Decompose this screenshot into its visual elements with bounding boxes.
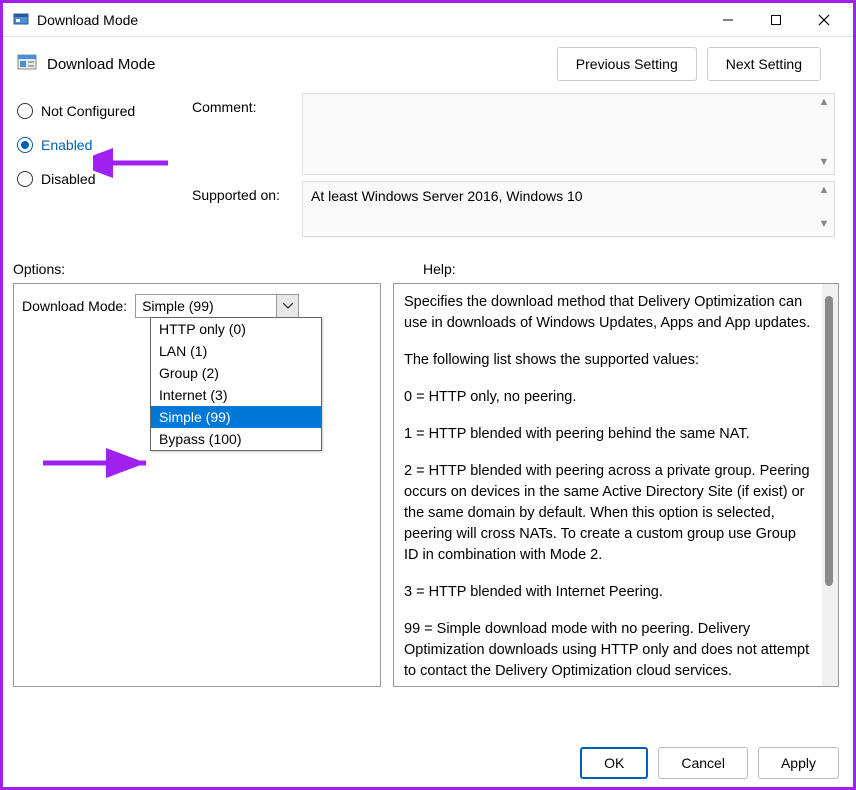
- app-icon: [13, 12, 29, 28]
- dialog-footer: OK Cancel Apply: [580, 747, 839, 779]
- dropdown-item-internet[interactable]: Internet (3): [151, 384, 321, 406]
- help-paragraph: 3 = HTTP blended with Internet Peering.: [404, 582, 812, 603]
- options-heading: Options:: [13, 261, 423, 277]
- scroll-up-icon[interactable]: ▲: [816, 96, 832, 112]
- scrollbar-thumb[interactable]: [825, 296, 833, 586]
- previous-setting-button[interactable]: Previous Setting: [557, 47, 697, 81]
- dropdown-item-simple[interactable]: Simple (99): [151, 406, 321, 428]
- help-paragraph: The following list shows the supported v…: [404, 350, 812, 371]
- help-paragraph: 99 = Simple download mode with no peerin…: [404, 619, 812, 682]
- radio-disabled[interactable]: Disabled: [17, 171, 192, 187]
- titlebar: Download Mode: [3, 3, 853, 37]
- supported-on-field: At least Windows Server 2016, Windows 10…: [302, 181, 835, 237]
- radio-circle-icon: [17, 137, 33, 153]
- scroll-up-icon[interactable]: ▲: [816, 184, 832, 200]
- dropdown-item-bypass[interactable]: Bypass (100): [151, 428, 321, 450]
- close-button[interactable]: [801, 5, 847, 35]
- combobox-dropdown-button[interactable]: [276, 295, 298, 317]
- help-paragraph: Specifies the download method that Deliv…: [404, 292, 812, 334]
- next-setting-button[interactable]: Next Setting: [707, 47, 821, 81]
- radio-circle-icon: [17, 103, 33, 119]
- help-paragraph: 0 = HTTP only, no peering.: [404, 387, 812, 408]
- scroll-down-icon[interactable]: ▼: [816, 156, 832, 172]
- panels: Download Mode: Simple (99) HTTP only (0)…: [3, 283, 853, 687]
- scroll-down-icon[interactable]: ▼: [816, 218, 832, 234]
- radio-enabled[interactable]: Enabled: [17, 137, 192, 153]
- radio-not-configured[interactable]: Not Configured: [17, 103, 192, 119]
- window-title: Download Mode: [37, 12, 705, 28]
- download-mode-option-label: Download Mode:: [22, 298, 127, 314]
- radio-label: Not Configured: [41, 103, 135, 119]
- policy-icon: [17, 54, 37, 74]
- cancel-button[interactable]: Cancel: [658, 747, 748, 779]
- help-paragraph: 1 = HTTP blended with peering behind the…: [404, 424, 812, 445]
- radio-label: Enabled: [41, 137, 92, 153]
- ok-button[interactable]: OK: [580, 747, 648, 779]
- help-paragraph: 2 = HTTP blended with peering across a p…: [404, 461, 812, 566]
- maximize-button[interactable]: [753, 5, 799, 35]
- help-heading: Help:: [423, 261, 839, 277]
- state-radio-group: Not Configured Enabled Disabled: [17, 93, 192, 243]
- download-mode-dropdown-list: HTTP only (0) LAN (1) Group (2) Internet…: [150, 317, 322, 451]
- help-scrollbar[interactable]: [822, 284, 838, 686]
- dropdown-item-group[interactable]: Group (2): [151, 362, 321, 384]
- supported-on-value: At least Windows Server 2016, Windows 10: [311, 188, 583, 204]
- radio-label: Disabled: [41, 171, 95, 187]
- options-panel: Download Mode: Simple (99) HTTP only (0)…: [13, 283, 381, 687]
- apply-button[interactable]: Apply: [758, 747, 839, 779]
- page-title: Download Mode: [47, 56, 155, 73]
- dropdown-item-http-only[interactable]: HTTP only (0): [151, 318, 321, 340]
- config-area: Not Configured Enabled Disabled Comment:…: [3, 87, 853, 243]
- comment-textarea[interactable]: ▲ ▼: [302, 93, 835, 175]
- combobox-selected-value: Simple (99): [136, 298, 276, 314]
- dropdown-item-lan[interactable]: LAN (1): [151, 340, 321, 362]
- header: Download Mode Previous Setting Next Sett…: [3, 37, 853, 87]
- download-mode-combobox[interactable]: Simple (99): [135, 294, 299, 318]
- comment-label: Comment:: [192, 93, 302, 175]
- chevron-down-icon: [283, 303, 293, 309]
- window-controls: [705, 5, 847, 35]
- help-panel: Specifies the download method that Deliv…: [393, 283, 839, 687]
- radio-circle-icon: [17, 171, 33, 187]
- minimize-button[interactable]: [705, 5, 751, 35]
- panels-header: Options: Help:: [3, 243, 853, 283]
- supported-on-label: Supported on:: [192, 181, 302, 237]
- window-frame: Download Mode Download Mode: [0, 0, 856, 790]
- help-text: Specifies the download method that Deliv…: [394, 284, 822, 686]
